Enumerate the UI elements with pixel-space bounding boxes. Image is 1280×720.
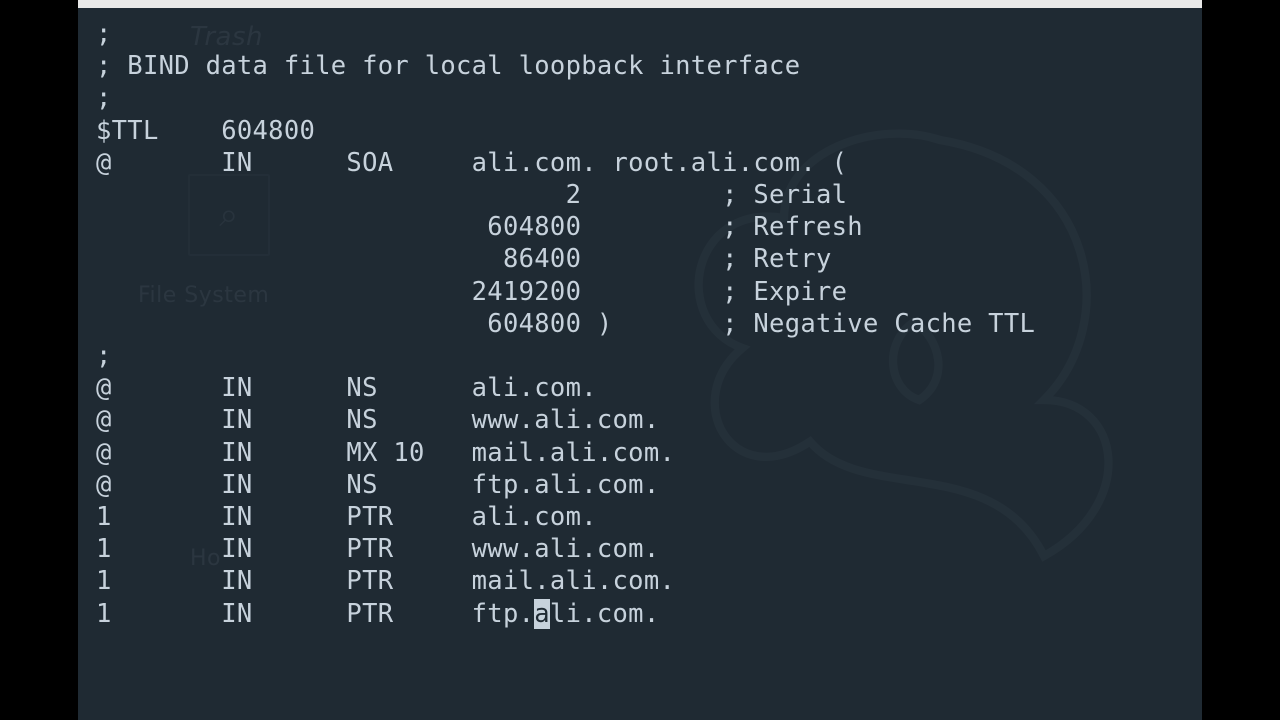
terminal-content[interactable]: ; ; BIND data file for local loopback in… (78, 8, 1202, 640)
file-text: ; ; BIND data file for local loopback in… (96, 19, 1035, 596)
screen: Trash ⌕ File System Ho ; ; BIND data fil… (0, 0, 1280, 720)
text-cursor: a (534, 599, 550, 629)
cursor-line-suffix: li.com. (550, 599, 660, 629)
cursor-line-prefix: 1 IN PTR ftp. (96, 599, 534, 629)
terminal-window[interactable]: Trash ⌕ File System Ho ; ; BIND data fil… (78, 0, 1202, 720)
cursor-line: 1 IN PTR ftp.ali.com. (96, 599, 660, 629)
